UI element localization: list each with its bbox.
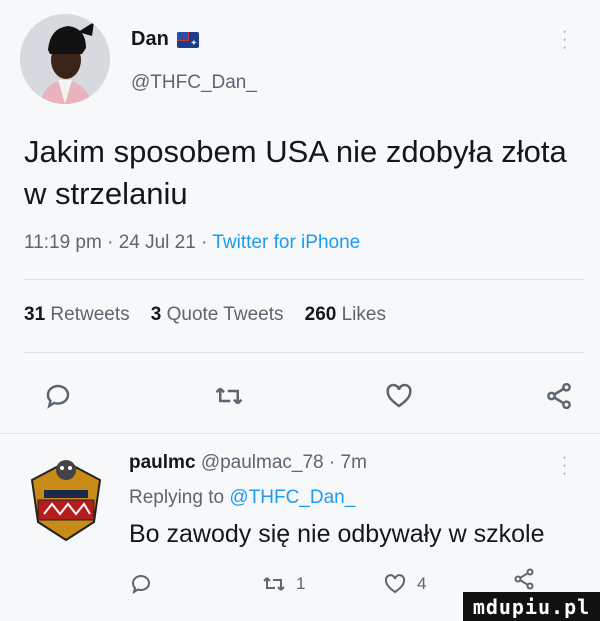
reply-like-count: 4 <box>417 574 427 593</box>
reply-like-button[interactable]: 4 <box>383 571 426 597</box>
more-options-icon[interactable]: · · · <box>562 24 570 56</box>
share-button[interactable] <box>544 381 574 411</box>
retweet-icon <box>215 387 243 405</box>
australia-flag-icon <box>176 31 199 48</box>
divider <box>24 352 584 353</box>
reply-reply-button[interactable] <box>129 571 153 597</box>
likes-label: Likes <box>341 304 386 325</box>
tweet-meta: 11:19 pm · 24 Jul 21 · Twitter for iPhon… <box>24 232 360 254</box>
tweet-date[interactable]: 24 Jul 21 <box>119 232 196 253</box>
reply-icon <box>132 575 150 595</box>
likes-count: 260 <box>304 304 337 325</box>
author-display-name: Dan <box>131 28 169 50</box>
retweet-button[interactable] <box>214 381 244 411</box>
reply-avatar[interactable] <box>22 452 110 544</box>
tweet-time[interactable]: 11:19 pm <box>24 232 102 253</box>
share-icon <box>547 382 571 410</box>
like-button[interactable] <box>384 381 414 411</box>
reply-share-button[interactable] <box>512 566 536 592</box>
reply-button[interactable] <box>43 381 73 411</box>
like-icon <box>386 383 412 408</box>
author-handle[interactable]: @THFC_Dan_ <box>131 72 257 94</box>
reply-handle[interactable]: @paulmac_78 <box>201 452 324 473</box>
tweet-stats: 31 Retweets 3 Quote Tweets 260 Likes <box>24 304 386 326</box>
meta-separator: · <box>201 232 208 253</box>
divider <box>24 279 584 280</box>
replying-to-line: Replying to @THFC_Dan_ <box>129 487 355 509</box>
author-avatar[interactable] <box>20 14 110 104</box>
reply-retweet-count: 1 <box>296 574 306 593</box>
meta-separator: · <box>107 232 114 253</box>
reply-author-line: paulmc @paulmac_78 · 7m <box>129 452 367 474</box>
tweet-source[interactable]: Twitter for iPhone <box>212 232 360 253</box>
reply-text: Bo zawody się nie odbywały w szkole <box>129 520 545 548</box>
retweets-count: 31 <box>24 304 46 325</box>
reply-display-name[interactable]: paulmc <box>129 452 196 473</box>
quotes-stat[interactable]: 3 Quote Tweets <box>151 304 284 325</box>
more-options-icon[interactable]: · · · <box>562 450 570 482</box>
tweet-text: Jakim sposobem USA nie zdobyła złota w s… <box>24 134 567 211</box>
divider <box>0 433 600 434</box>
reply-age[interactable]: 7m <box>341 452 367 473</box>
quotes-count: 3 <box>150 304 162 325</box>
retweets-stat[interactable]: 31 Retweets <box>24 304 130 325</box>
reply-icon <box>46 384 70 409</box>
like-icon <box>384 574 406 594</box>
replying-to-handle[interactable]: @THFC_Dan_ <box>229 487 355 508</box>
quotes-label: Quote Tweets <box>166 304 284 325</box>
author-name[interactable]: Dan <box>131 28 199 51</box>
replying-prefix: Replying to <box>129 487 225 508</box>
retweets-label: Retweets <box>50 304 130 325</box>
meta-separator: · <box>328 452 336 473</box>
reply-retweet-button[interactable]: 1 <box>262 571 305 597</box>
likes-stat[interactable]: 260 Likes <box>305 304 386 325</box>
share-icon <box>514 568 534 590</box>
retweet-icon <box>263 577 285 591</box>
watermark: mdupiu.pl <box>463 592 600 621</box>
